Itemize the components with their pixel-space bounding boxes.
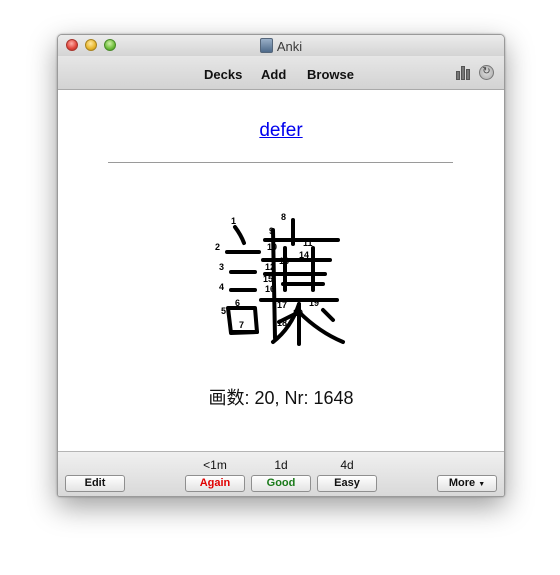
stroke-number: 20 bbox=[293, 308, 303, 318]
kanji-stroke-info: 画数: 20, Nr: 1648 bbox=[208, 388, 354, 408]
good-interval: 1d bbox=[274, 458, 288, 472]
stroke-number: 5 bbox=[221, 306, 226, 316]
stroke-number: 2 bbox=[215, 242, 220, 252]
title-bar[interactable]: Anki bbox=[58, 35, 504, 56]
stroke-number: 13 bbox=[279, 256, 289, 266]
card-word-link[interactable]: defer bbox=[58, 120, 504, 142]
kanji-stroke-diagram: 1 2 3 4 5 6 7 8 9 10 11 12 13 14 15 16 1… bbox=[215, 212, 345, 346]
stats-icon[interactable] bbox=[456, 66, 472, 80]
edit-button[interactable]: Edit bbox=[65, 475, 125, 492]
decks-button[interactable]: Decks bbox=[204, 67, 242, 82]
good-button[interactable]: Good bbox=[251, 475, 311, 492]
chevron-down-icon: ▼ bbox=[478, 481, 486, 488]
browse-button[interactable]: Browse bbox=[307, 67, 354, 82]
stroke-number: 7 bbox=[239, 320, 244, 330]
again-button[interactable]: Again bbox=[185, 475, 245, 492]
answer-divider bbox=[108, 162, 453, 163]
stroke-number: 17 bbox=[277, 300, 287, 310]
window-title-text: Anki bbox=[276, 39, 303, 54]
stroke-number: 12 bbox=[265, 262, 275, 272]
window-title: Anki bbox=[58, 38, 504, 54]
stroke-number: 9 bbox=[269, 226, 274, 236]
easy-button[interactable]: Easy bbox=[317, 475, 377, 492]
main-toolbar: Decks Add Browse ↻ bbox=[58, 56, 504, 90]
stroke-number: 19 bbox=[309, 298, 319, 308]
sync-icon[interactable]: ↻ bbox=[479, 65, 494, 80]
stroke-number: 1 bbox=[231, 216, 236, 226]
easy-interval: 4d bbox=[340, 458, 354, 472]
add-button[interactable]: Add bbox=[261, 67, 286, 82]
stroke-number: 6 bbox=[235, 298, 240, 308]
card-content: defer 1 2 3 4 5 6 7 8 9 10 11 12 13 14 1… bbox=[58, 90, 504, 451]
stroke-number: 8 bbox=[281, 212, 286, 222]
again-interval: <1m bbox=[203, 458, 227, 472]
anki-app-icon bbox=[259, 38, 273, 53]
stroke-number: 3 bbox=[219, 262, 224, 272]
stroke-number: 4 bbox=[219, 282, 224, 292]
stroke-number: 18 bbox=[277, 318, 287, 328]
stroke-number: 10 bbox=[267, 242, 277, 252]
more-button-label: More bbox=[448, 477, 476, 489]
stroke-number: 15 bbox=[263, 274, 273, 284]
stroke-number: 16 bbox=[265, 284, 275, 294]
anki-window: Anki Decks Add Browse ↻ defer 1 2 3 4 5 … bbox=[57, 34, 505, 497]
answer-bar: Edit <1m 1d 4d Again Good Easy More ▼ bbox=[58, 451, 504, 496]
more-button[interactable]: More ▼ bbox=[437, 475, 497, 492]
stroke-number: 14 bbox=[299, 250, 309, 260]
stroke-number: 11 bbox=[303, 238, 313, 248]
